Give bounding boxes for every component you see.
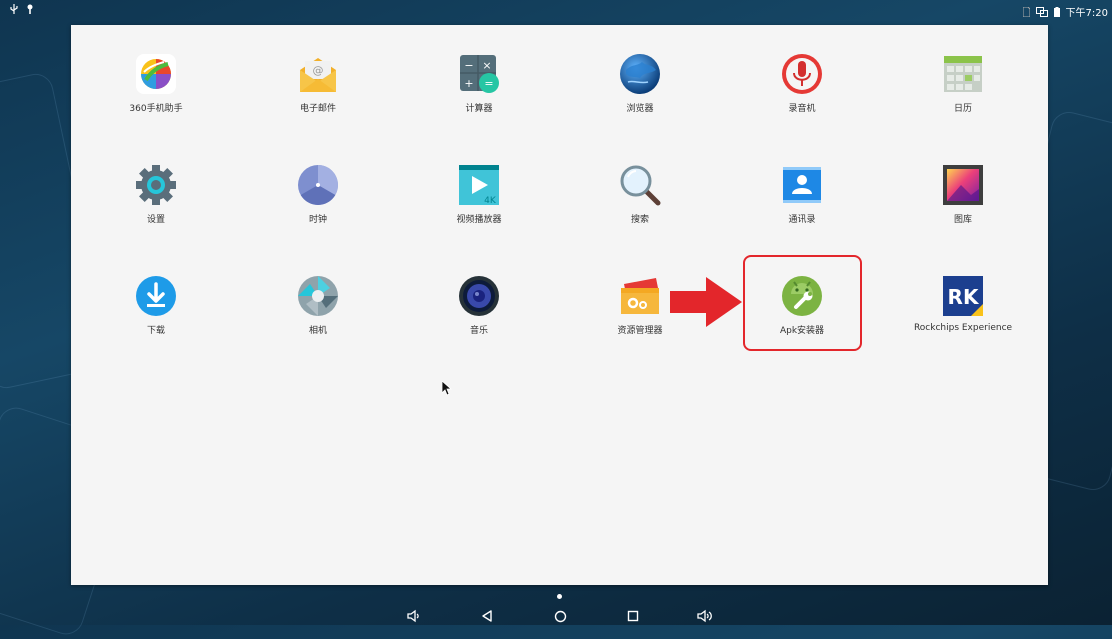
svg-text:=: = [484,77,493,90]
app-label: 360手机助手 [129,104,183,114]
app-search[interactable]: 搜索 [570,163,710,253]
360-icon [136,54,176,94]
camera-icon [298,276,338,316]
app-video-player[interactable]: 4K 视频播放器 [409,163,549,253]
svg-text:−: − [464,59,473,72]
sim-icon [1022,6,1030,17]
speaker-icon [459,276,499,316]
gear-icon [136,165,176,205]
app-contacts[interactable]: 通讯录 [732,163,872,253]
app-settings[interactable]: 设置 [86,163,226,253]
calculator-icon: − × + = [460,55,499,93]
app-sound-recorder[interactable]: 录音机 [732,52,872,142]
app-label: 相机 [308,326,327,336]
svg-text:×: × [482,59,491,72]
video-player-icon: 4K [459,165,499,206]
magnifier-icon [620,165,661,206]
microphone-icon [782,54,822,94]
app-music[interactable]: 音乐 [409,274,549,364]
usb-icon [10,4,18,14]
app-label: 图库 [953,215,972,225]
home-icon [554,610,566,622]
clock-icon [298,165,338,205]
app-label: Rockchips Experience [913,323,1013,333]
contacts-icon [783,167,821,203]
app-calendar[interactable]: 日历 [893,52,1033,142]
recents-icon [627,610,639,622]
app-gallery[interactable]: 图库 [893,163,1033,253]
app-label: 音乐 [469,326,488,336]
at-glyph: @ [313,64,324,77]
debug-icon [26,4,34,14]
mouse-cursor-icon [442,381,452,396]
app-label: 设置 [146,215,165,225]
4k-badge: 4K [484,196,497,206]
app-label: 日历 [953,104,972,114]
recents-button[interactable] [623,608,643,624]
calendar-icon [944,56,982,92]
volume-down-button[interactable] [404,608,424,624]
svg-text:RK: RK [948,285,980,309]
gallery-icon [943,165,983,205]
back-icon [482,610,492,622]
app-label: 视频播放器 [456,215,502,225]
app-downloads[interactable]: 下载 [86,274,226,364]
back-button[interactable] [477,608,497,624]
app-calculator[interactable]: − × + = 计算器 [409,52,549,142]
app-drawer: 360手机助手 @ 电子邮件 − × + = 计算器 浏览器 录音机 日历 设置… [71,25,1048,585]
app-360-mobile-assistant[interactable]: 360手机助手 [86,52,226,142]
rk-logo-icon: RK [943,276,983,316]
ethernet-icon [1035,6,1048,17]
download-icon [136,276,176,316]
page-indicator-dot [557,594,562,599]
app-email[interactable]: @ 电子邮件 [248,52,388,142]
app-label: 电子邮件 [299,104,336,114]
status-bar: 下午7:20 [0,0,1112,22]
volume-down-icon [407,609,419,623]
clock-text: 下午7:20 [1065,8,1108,19]
folder-icon [621,278,659,314]
globe-icon [620,54,660,94]
svg-text:+: + [464,77,473,90]
pointer-arrow-annotation [670,277,742,327]
app-camera[interactable]: 相机 [248,274,388,364]
app-label: 计算器 [465,104,493,114]
highlight-box-annotation [743,255,862,351]
app-label: 通讯录 [788,215,816,225]
battery-icon [1053,6,1060,17]
home-button[interactable] [550,608,570,624]
app-rockchips-experience[interactable]: RK Rockchips Experience [893,274,1033,364]
email-icon: @ [300,58,336,92]
app-label: 下载 [146,326,165,336]
app-browser[interactable]: 浏览器 [570,52,710,142]
volume-up-button[interactable] [695,608,715,624]
volume-up-icon [697,609,712,623]
app-label: 时钟 [308,215,327,225]
app-label: 浏览器 [626,104,654,114]
app-label: 搜索 [630,215,649,225]
app-label: 录音机 [788,104,816,114]
app-clock[interactable]: 时钟 [248,163,388,253]
